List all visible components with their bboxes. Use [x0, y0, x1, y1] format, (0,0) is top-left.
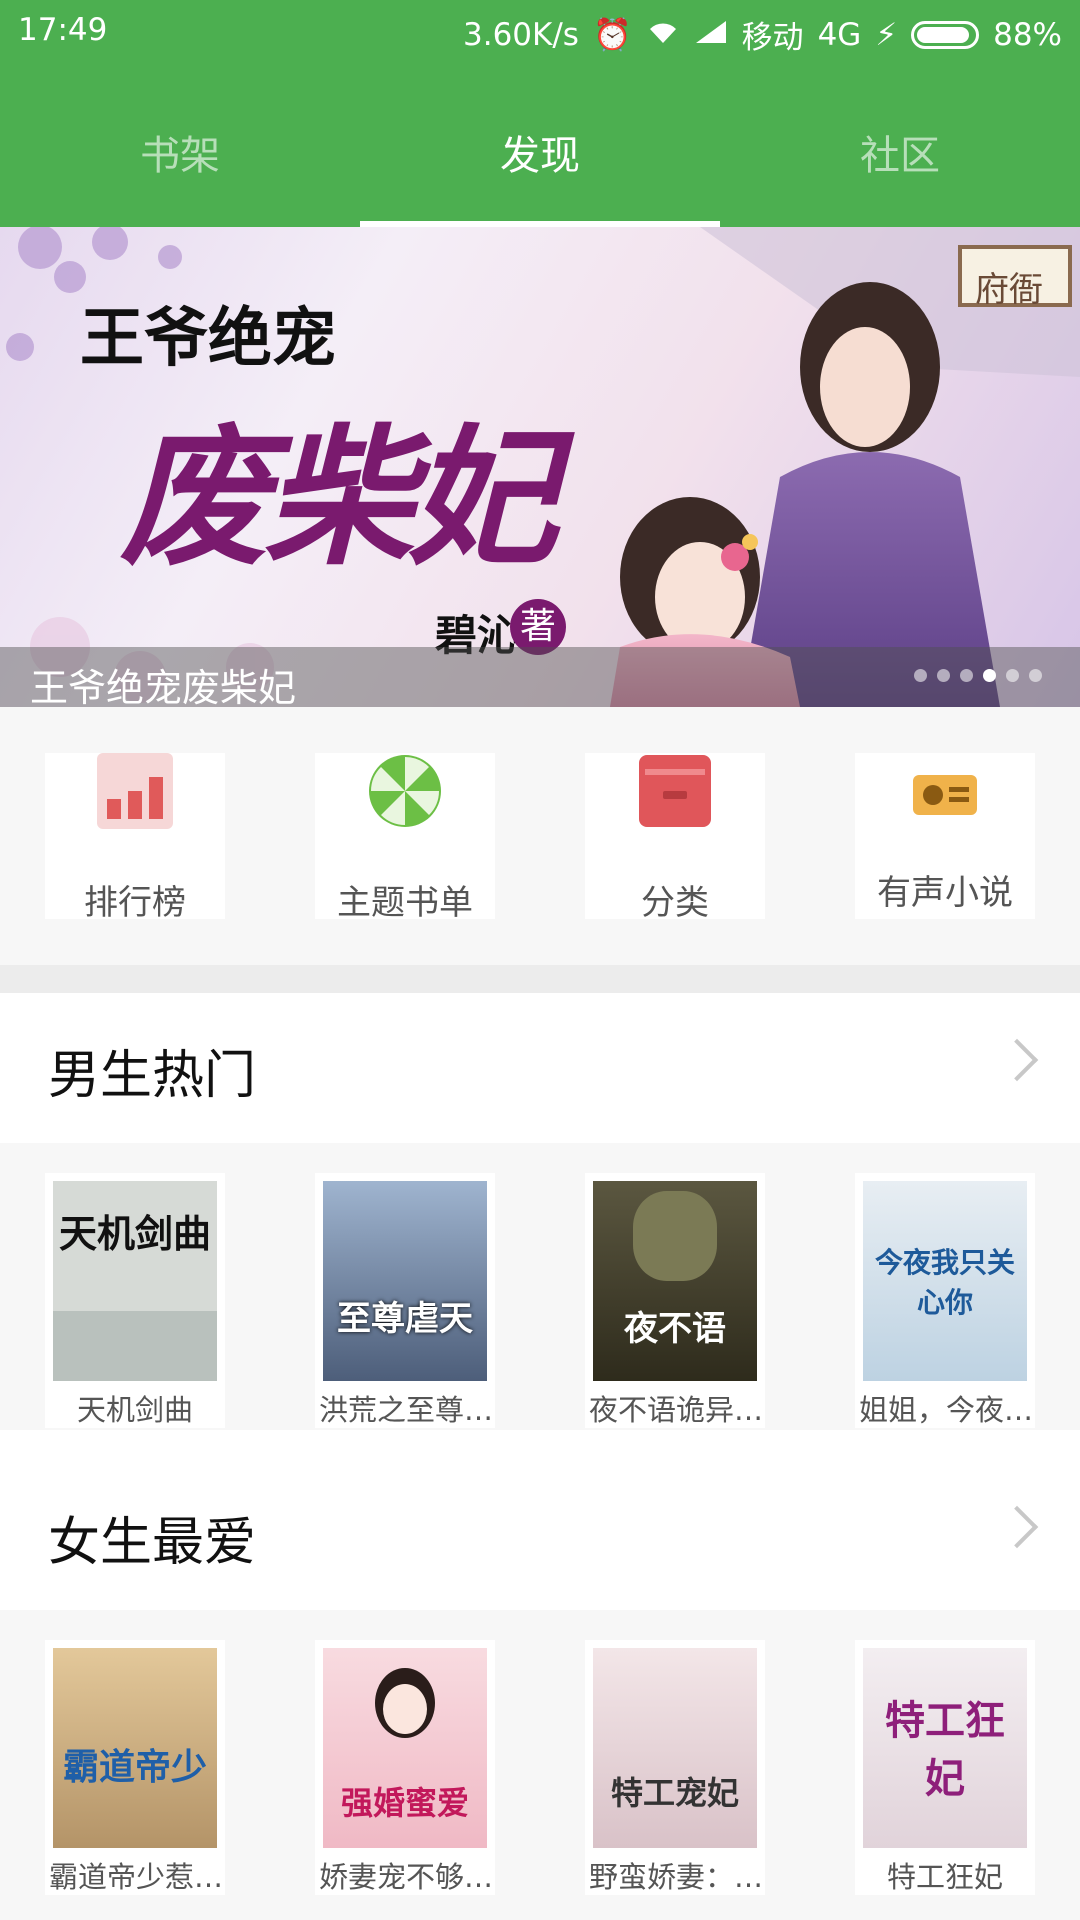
section-header-male-hot[interactable]: 男生热门 — [0, 993, 1080, 1143]
book-cover: 今夜我只关心你 — [863, 1181, 1027, 1381]
book-title: 洪荒之至尊… — [319, 1393, 491, 1427]
carousel-dot-active[interactable] — [983, 669, 996, 682]
section-title: 男生热门 — [48, 1046, 257, 1106]
ranking-bars-icon — [97, 753, 173, 829]
category-shortcuts: 排行榜 主题书单 分类 有声小说 — [0, 707, 1080, 965]
carousel-dot[interactable] — [1006, 669, 1019, 682]
book-card[interactable]: 特工狂妃 特工狂妃 — [855, 1640, 1035, 1895]
category-box-icon — [637, 753, 713, 829]
book-cover: 强婚蜜爱 — [323, 1648, 487, 1848]
battery-icon — [911, 20, 980, 49]
book-title: 天机剑曲 — [76, 1393, 193, 1427]
book-card[interactable]: 天机剑曲 天机剑曲 — [45, 1173, 225, 1428]
status-bar: 17:49 3.60K/s ⏰ 移动 4G ⚡ 88% — [0, 0, 1080, 64]
app-header: 17:49 3.60K/s ⏰ 移动 4G ⚡ 88% 书架 发现 社区 — [0, 0, 1080, 227]
shortcut-label: 分类 — [641, 883, 709, 923]
carousel-indicator — [914, 669, 1042, 682]
section-divider — [0, 965, 1080, 993]
book-cover: 至尊虐天 — [323, 1181, 487, 1381]
section-gap — [0, 1430, 1080, 1460]
book-cover: 特工狂妃 — [863, 1648, 1027, 1848]
banner-sign: 府衙 — [975, 270, 1043, 310]
top-tabs: 书架 发现 社区 — [0, 95, 1080, 227]
shortcut-label: 有声小说 — [877, 873, 1013, 913]
book-cover: 特工宠妃 — [593, 1648, 757, 1848]
book-row-male-hot: 天机剑曲 天机剑曲 至尊虐天 洪荒之至尊… 夜不语 夜不语诡异… 今夜我只关心你… — [0, 1143, 1080, 1428]
book-card[interactable]: 霸道帝少 霸道帝少惹… — [45, 1640, 225, 1895]
network-speed: 3.60K/s — [463, 16, 579, 53]
chevron-right-icon — [995, 1038, 1039, 1082]
network-type: 4G — [817, 16, 862, 53]
status-indicators: 3.60K/s ⏰ 移动 4G ⚡ 88% — [463, 12, 1062, 57]
shortcut-ranking[interactable]: 排行榜 — [45, 753, 225, 923]
shortcut-label: 排行榜 — [84, 883, 186, 923]
book-card[interactable]: 今夜我只关心你 姐姐，今夜… — [855, 1173, 1035, 1428]
banner-caption-text: 王爷绝宠废柴妃 — [30, 666, 297, 707]
chevron-right-icon — [995, 1505, 1039, 1549]
book-card[interactable]: 特工宠妃 野蛮娇妻：… — [585, 1640, 765, 1895]
book-title: 野蛮娇妻：… — [589, 1860, 761, 1894]
charging-icon: ⚡ — [875, 16, 898, 53]
tab-bookshelf[interactable]: 书架 — [0, 95, 360, 227]
radio-icon — [907, 753, 983, 829]
section-header-female-favorite[interactable]: 女生最爱 — [0, 1460, 1080, 1610]
wifi-icon — [646, 17, 680, 53]
book-card[interactable]: 强婚蜜爱 娇妻宠不够… — [315, 1640, 495, 1895]
banner-title-small: 王爷绝宠 — [80, 301, 336, 376]
status-time: 17:49 — [18, 12, 108, 48]
banner-title-large: 废柴妃 — [120, 410, 558, 586]
shortcut-audio-novel[interactable]: 有声小说 — [855, 753, 1035, 919]
carousel-dot[interactable] — [960, 669, 973, 682]
shortcut-label: 主题书单 — [337, 883, 473, 923]
book-title: 姐姐，今夜… — [859, 1393, 1031, 1427]
shortcut-category[interactable]: 分类 — [585, 753, 765, 923]
promo-banner[interactable]: 王爷绝宠 废柴妃 碧沁 著 府衙 王爷绝宠废柴妃 — [0, 227, 1080, 707]
book-title: 夜不语诡异… — [589, 1393, 761, 1427]
battery-percent: 88% — [993, 16, 1062, 53]
book-row-female-favorite: 霸道帝少 霸道帝少惹… 强婚蜜爱 娇妻宠不够… 特工宠妃 野蛮娇妻：… 特工狂妃… — [0, 1610, 1080, 1920]
book-cover: 夜不语 — [593, 1181, 757, 1381]
section-title: 女生最爱 — [48, 1513, 257, 1573]
book-card[interactable]: 夜不语 夜不语诡异… — [585, 1173, 765, 1428]
shortcut-theme-booklist[interactable]: 主题书单 — [315, 753, 495, 923]
banner-caption: 王爷绝宠废柴妃 — [0, 647, 1080, 707]
tab-community[interactable]: 社区 — [720, 95, 1080, 227]
carousel-dot[interactable] — [914, 669, 927, 682]
signal-icon — [694, 17, 728, 53]
carrier-label: 移动 — [741, 20, 804, 56]
book-title: 特工狂妃 — [886, 1860, 1003, 1894]
book-title: 娇妻宠不够… — [319, 1860, 491, 1894]
book-cover: 天机剑曲 — [53, 1181, 217, 1381]
alarm-icon: ⏰ — [592, 17, 632, 53]
book-card[interactable]: 至尊虐天 洪荒之至尊… — [315, 1173, 495, 1428]
book-cover: 霸道帝少 — [53, 1648, 217, 1848]
carousel-dot[interactable] — [937, 669, 950, 682]
carousel-dot[interactable] — [1029, 669, 1042, 682]
book-title: 霸道帝少惹… — [49, 1860, 221, 1894]
tab-discover[interactable]: 发现 — [360, 95, 720, 227]
pinwheel-icon — [367, 753, 443, 829]
